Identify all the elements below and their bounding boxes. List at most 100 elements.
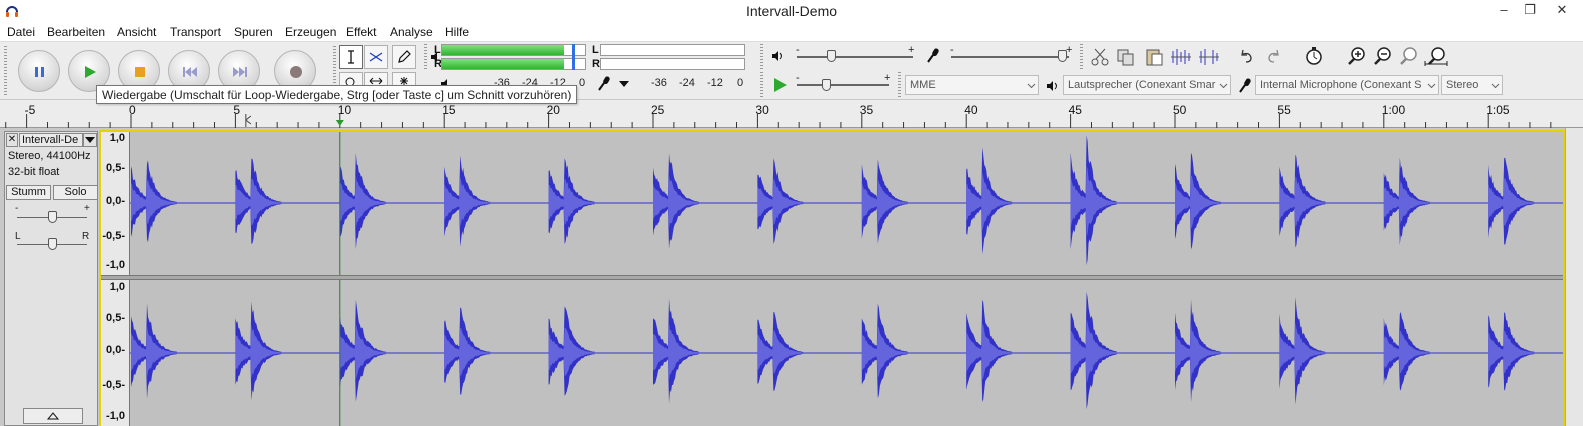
input-slider-min: - (950, 44, 954, 56)
cut-icon[interactable] (1090, 47, 1110, 67)
rec-meter-right[interactable] (600, 58, 745, 70)
vertical-scale-right-channel[interactable]: 1,0 0,5- 0,0- -0,5- -1,0 (100, 280, 130, 426)
fit-project-icon[interactable] (1424, 46, 1448, 66)
output-volume-slider[interactable] (797, 56, 913, 58)
input-volume-slider[interactable] (951, 56, 1069, 58)
selection-tool-button[interactable] (339, 45, 363, 69)
multi-tool-button[interactable] (392, 72, 416, 86)
pause-button[interactable] (18, 50, 60, 92)
pause-icon (35, 67, 44, 77)
rec-meter-left-label: L (592, 44, 599, 56)
output-device-select[interactable]: Lautsprecher (Conexant Smar (1063, 75, 1231, 95)
undo-icon[interactable] (1238, 48, 1256, 66)
output-device-value: Lautsprecher (Conexant Smar (1068, 79, 1216, 91)
input-device-select[interactable]: Internal Microphone (Conexant S (1255, 75, 1439, 95)
zoom-in-icon[interactable] (1346, 46, 1366, 66)
waveform-left-svg (130, 131, 1564, 275)
track-close-button[interactable]: ✕ (6, 133, 18, 147)
scale-label-05: 0,5- (106, 312, 125, 324)
play-meter-right[interactable] (441, 58, 586, 70)
play-meter-peak-marker (572, 44, 575, 70)
speed-slider-min: - (796, 72, 800, 84)
ruler-label: 0 (129, 103, 136, 117)
maximize-button[interactable]: ❐ (1516, 0, 1544, 22)
gain-minus-label: - (15, 203, 19, 214)
zoom-tool-button[interactable] (339, 72, 363, 86)
menu-bearbeiten[interactable]: Bearbeiten (47, 25, 105, 39)
chevron-down-icon (1491, 83, 1500, 89)
solo-button[interactable]: Solo (53, 185, 98, 200)
ibeam-icon (348, 50, 354, 64)
track-name-menu[interactable]: Intervall-De (19, 133, 83, 147)
play-speed-thumb[interactable] (822, 79, 831, 91)
audio-host-select[interactable]: MME (905, 75, 1039, 95)
track-menu-dropdown[interactable] (83, 133, 97, 147)
skip-end-icon (233, 67, 247, 77)
rec-meter-left[interactable] (600, 44, 745, 56)
gain-slider-thumb[interactable] (48, 211, 57, 223)
play-scale-zero: 0 (579, 77, 586, 89)
audio-host-value: MME (910, 79, 936, 91)
play-at-speed-icon[interactable] (771, 76, 789, 94)
meter-toolbar-grip[interactable] (424, 44, 427, 70)
play-meter-left[interactable] (441, 44, 586, 56)
menu-analyse[interactable]: Analyse (390, 25, 433, 39)
close-button[interactable]: ✕ (1548, 0, 1576, 22)
menu-spuren[interactable]: Spuren (234, 25, 273, 39)
menu-datei[interactable]: Datei (7, 25, 35, 39)
timeline-ruler[interactable]: -5 0 5 10 15 20 25 30 35 40 45 50 55 1:00 1:05 (0, 100, 1583, 128)
menu-transport[interactable]: Transport (170, 25, 221, 39)
minimize-button[interactable]: – (1490, 0, 1518, 22)
silence-audio-icon[interactable] (1198, 47, 1220, 67)
envelope-tool-button[interactable] (364, 45, 388, 69)
collapse-track-button[interactable] (23, 408, 83, 424)
microphone-meter-icon[interactable] (597, 75, 611, 91)
play-icon (85, 66, 96, 78)
zoom-out-icon[interactable] (1372, 46, 1392, 66)
mute-button[interactable]: Stumm (6, 185, 51, 200)
fit-selection-icon[interactable] (1398, 46, 1418, 66)
rec-meter-dropdown-icon[interactable] (618, 80, 630, 88)
input-volume-thumb[interactable] (1058, 50, 1067, 62)
scale-label-m05: -0,5- (102, 230, 125, 242)
trim-audio-icon[interactable] (1170, 47, 1192, 67)
play-speed-slider[interactable] (797, 84, 889, 86)
output-slider-min: - (796, 44, 800, 56)
waveform-left-channel[interactable] (130, 131, 1564, 275)
menu-erzeugen[interactable]: Erzeugen (285, 25, 336, 39)
track-bitdepth: 32-bit float (8, 166, 60, 178)
edit-toolbar-grip[interactable] (1080, 44, 1083, 70)
output-volume-thumb[interactable] (827, 50, 836, 62)
vertical-scale-left-channel[interactable]: 1,0 0,5- 0,0- -0,5- -1,0 (100, 131, 130, 275)
draw-tool-button[interactable] (392, 45, 416, 69)
pan-slider-thumb[interactable] (48, 238, 57, 250)
waveform-area[interactable]: 1,0 0,5- 0,0- -0,5- -1,0 1,0 0,5- 0,0- -… (100, 131, 1564, 426)
chevron-down-icon (1219, 83, 1228, 89)
menu-bar: Datei Bearbeiten Ansicht Transport Spure… (0, 22, 1583, 42)
menu-effekt[interactable]: Effekt (346, 25, 376, 39)
input-channels-select[interactable]: Stereo (1441, 75, 1503, 95)
copy-icon[interactable] (1116, 47, 1136, 67)
timeshift-tool-button[interactable] (364, 72, 388, 86)
redo-icon[interactable] (1264, 48, 1282, 66)
waveform-note-rms (1279, 322, 1326, 381)
paste-icon[interactable] (1144, 47, 1164, 67)
ruler-label: 45 (1068, 103, 1082, 117)
device-toolbar-grip[interactable] (898, 72, 901, 98)
scale-label-1: 1,0 (109, 281, 125, 293)
sync-lock-icon[interactable] (1304, 46, 1324, 66)
ruler-label: 1:00 (1381, 103, 1406, 117)
ruler-label: 20 (546, 103, 560, 117)
ruler-label: 5 (233, 103, 241, 117)
mixer-toolbar-grip[interactable] (760, 44, 763, 70)
menu-hilfe[interactable]: Hilfe (445, 25, 469, 39)
chevron-down-icon (1027, 83, 1036, 89)
ruler-label: 1:05 (1486, 103, 1510, 117)
speed-toolbar-grip[interactable] (760, 72, 763, 98)
menu-ansicht[interactable]: Ansicht (117, 25, 156, 39)
vertical-scrollbar[interactable] (1565, 128, 1583, 426)
waveform-right-channel[interactable] (130, 280, 1564, 426)
envelope-icon (369, 52, 383, 62)
transport-toolbar-grip[interactable] (4, 46, 7, 96)
play-meter-left-label: L (434, 44, 441, 56)
